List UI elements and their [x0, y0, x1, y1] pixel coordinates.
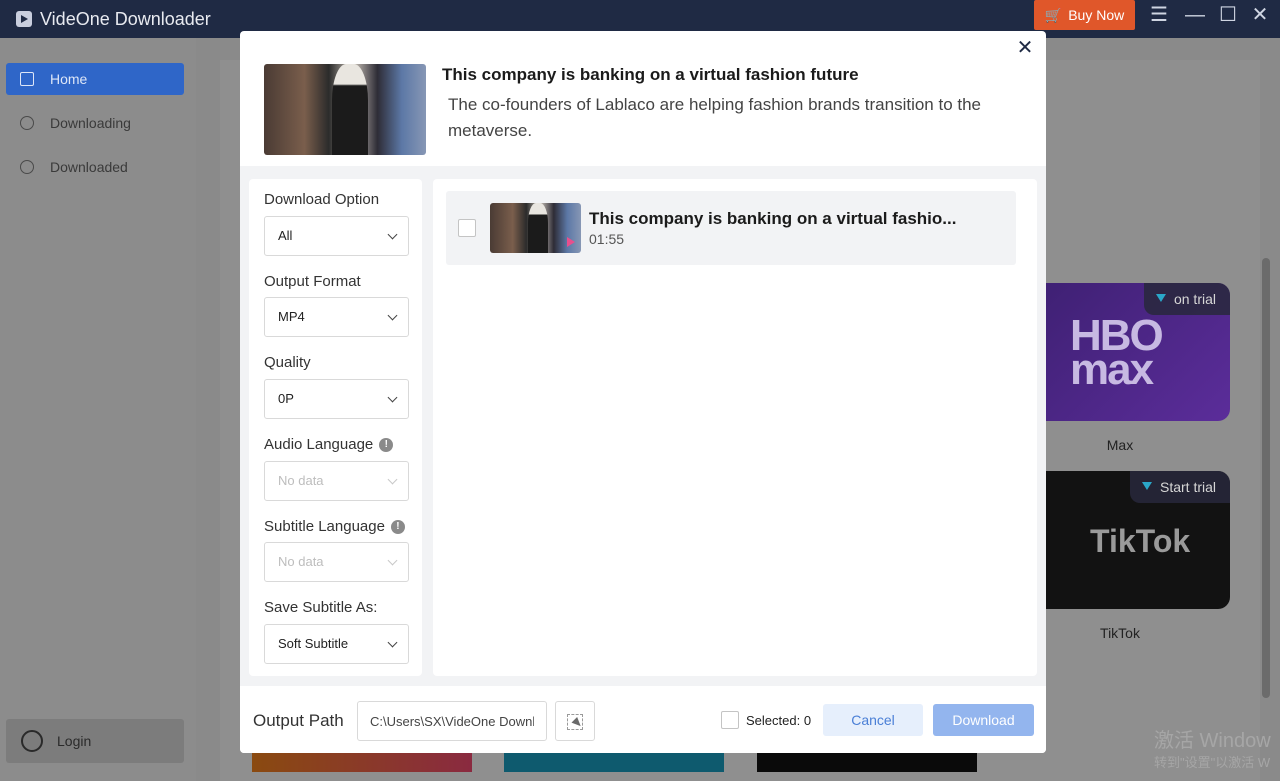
- service-label-tiktok: TikTok: [1100, 625, 1140, 641]
- audio-language-select[interactable]: No data: [264, 461, 409, 501]
- sidebar-item-downloading[interactable]: Downloading: [6, 107, 184, 139]
- service-label-max: Max: [1106, 437, 1134, 453]
- thumbnail-figure: [332, 64, 368, 155]
- save-subtitle-as-select[interactable]: Soft Subtitle: [264, 624, 409, 664]
- download-option-label: Download Option: [264, 191, 380, 208]
- download-dialog: ✕ This company is banking on a virtual f…: [240, 31, 1046, 753]
- maximize-icon[interactable]: ☐: [1215, 4, 1241, 26]
- sidebar-item-label: Downloading: [50, 115, 131, 131]
- activation-watermark-sub: 转到"设置"以激活 W: [1154, 755, 1271, 770]
- sidebar-item-label: Downloaded: [50, 159, 128, 175]
- output-format-select[interactable]: MP4: [264, 297, 409, 337]
- play-icon: [567, 237, 575, 247]
- cancel-button[interactable]: Cancel: [823, 704, 923, 736]
- chevron-down-icon: [387, 392, 398, 403]
- output-format-label: Output Format: [264, 273, 361, 290]
- minimize-icon[interactable]: —: [1182, 4, 1208, 26]
- tiktok-logo: TikTok: [1090, 523, 1191, 559]
- selected-count: Selected: 0: [746, 713, 812, 728]
- login-button[interactable]: Login: [6, 719, 184, 763]
- service-card-partial[interactable]: [504, 750, 724, 772]
- service-card-partial[interactable]: [757, 750, 977, 772]
- output-path-input[interactable]: [357, 701, 547, 741]
- dialog-footer: Output Path Selected: 0 Cancel Download: [240, 691, 1046, 753]
- options-panel: Download Option All Output Format MP4 Qu…: [249, 179, 422, 676]
- sidebar-item-downloaded[interactable]: Downloaded: [6, 151, 184, 183]
- close-window-icon[interactable]: ✕: [1247, 4, 1273, 26]
- quality-label: Quality: [264, 354, 311, 371]
- select-value: 0P: [278, 391, 294, 406]
- trial-badge: Start trial: [1129, 471, 1230, 503]
- cloud-download-icon: [20, 116, 34, 130]
- download-button[interactable]: Download: [933, 704, 1034, 736]
- service-card-partial[interactable]: [252, 750, 472, 772]
- select-value: All: [278, 228, 293, 243]
- app-title: VideOne Downloader: [40, 8, 211, 29]
- activation-watermark: 激活 Window: [1154, 730, 1271, 752]
- list-item[interactable]: This company is banking on a virtual fas…: [446, 191, 1016, 265]
- close-dialog-icon[interactable]: ✕: [1014, 37, 1036, 59]
- video-item-thumbnail: [490, 203, 581, 253]
- sidebar-item-home[interactable]: Home: [6, 63, 184, 95]
- chevron-down-icon: [387, 637, 398, 648]
- dialog-body: Download Option All Output Format MP4 Qu…: [240, 166, 1046, 686]
- subtitle-language-label-text: Subtitle Language: [264, 518, 385, 535]
- user-avatar-icon: [21, 730, 43, 752]
- audio-language-label: Audio Language !: [264, 436, 394, 453]
- hbo-max-logo: HBO max: [1070, 311, 1164, 394]
- check-circle-icon: [20, 160, 34, 174]
- select-folder-icon: [567, 714, 583, 730]
- sidebar-item-label: Home: [50, 71, 88, 87]
- home-icon: [20, 72, 34, 86]
- select-value: No data: [278, 473, 324, 488]
- video-item-duration: 01:55: [589, 231, 625, 247]
- sidebar: Home Downloading Downloaded Login: [0, 38, 196, 781]
- video-item-checkbox[interactable]: [458, 219, 476, 237]
- menu-icon[interactable]: ☰: [1146, 4, 1172, 26]
- subtitle-language-label: Subtitle Language !: [264, 518, 405, 535]
- select-value: MP4: [278, 309, 305, 324]
- info-icon[interactable]: !: [379, 437, 394, 452]
- info-icon[interactable]: !: [390, 519, 405, 534]
- video-list-panel: This company is banking on a virtual fas…: [433, 179, 1037, 676]
- output-path-label: Output Path: [253, 711, 344, 730]
- save-subtitle-as-label: Save Subtitle As:: [264, 599, 378, 616]
- download-option-select[interactable]: All: [264, 216, 409, 256]
- video-title: This company is banking on a virtual fas…: [442, 65, 859, 84]
- video-thumbnail: [264, 64, 426, 155]
- video-description: The co-founders of Lablaco are helping f…: [448, 95, 982, 140]
- chevron-down-icon: [387, 474, 398, 485]
- select-value: No data: [278, 554, 324, 569]
- audio-language-label-text: Audio Language: [264, 436, 374, 453]
- browse-folder-button[interactable]: [555, 701, 595, 741]
- main-scrollbar[interactable]: [1262, 258, 1270, 698]
- cart-icon: 🛒: [1044, 6, 1063, 23]
- chevron-down-icon: [387, 229, 398, 240]
- buy-now-button[interactable]: 🛒 Buy Now: [1034, 0, 1135, 30]
- chevron-down-icon: [387, 555, 398, 566]
- video-item-title: This company is banking on a virtual fas…: [589, 209, 957, 228]
- select-all-checkbox[interactable]: [721, 711, 739, 729]
- thumbnail-figure: [528, 203, 549, 253]
- select-value: Soft Subtitle: [278, 636, 349, 651]
- buy-now-label: Buy Now: [1068, 7, 1125, 23]
- login-label: Login: [57, 733, 92, 749]
- chevron-down-icon: [387, 310, 398, 321]
- app-logo-icon: [16, 11, 32, 27]
- subtitle-language-select[interactable]: No data: [264, 542, 409, 582]
- quality-select[interactable]: 0P: [264, 379, 409, 419]
